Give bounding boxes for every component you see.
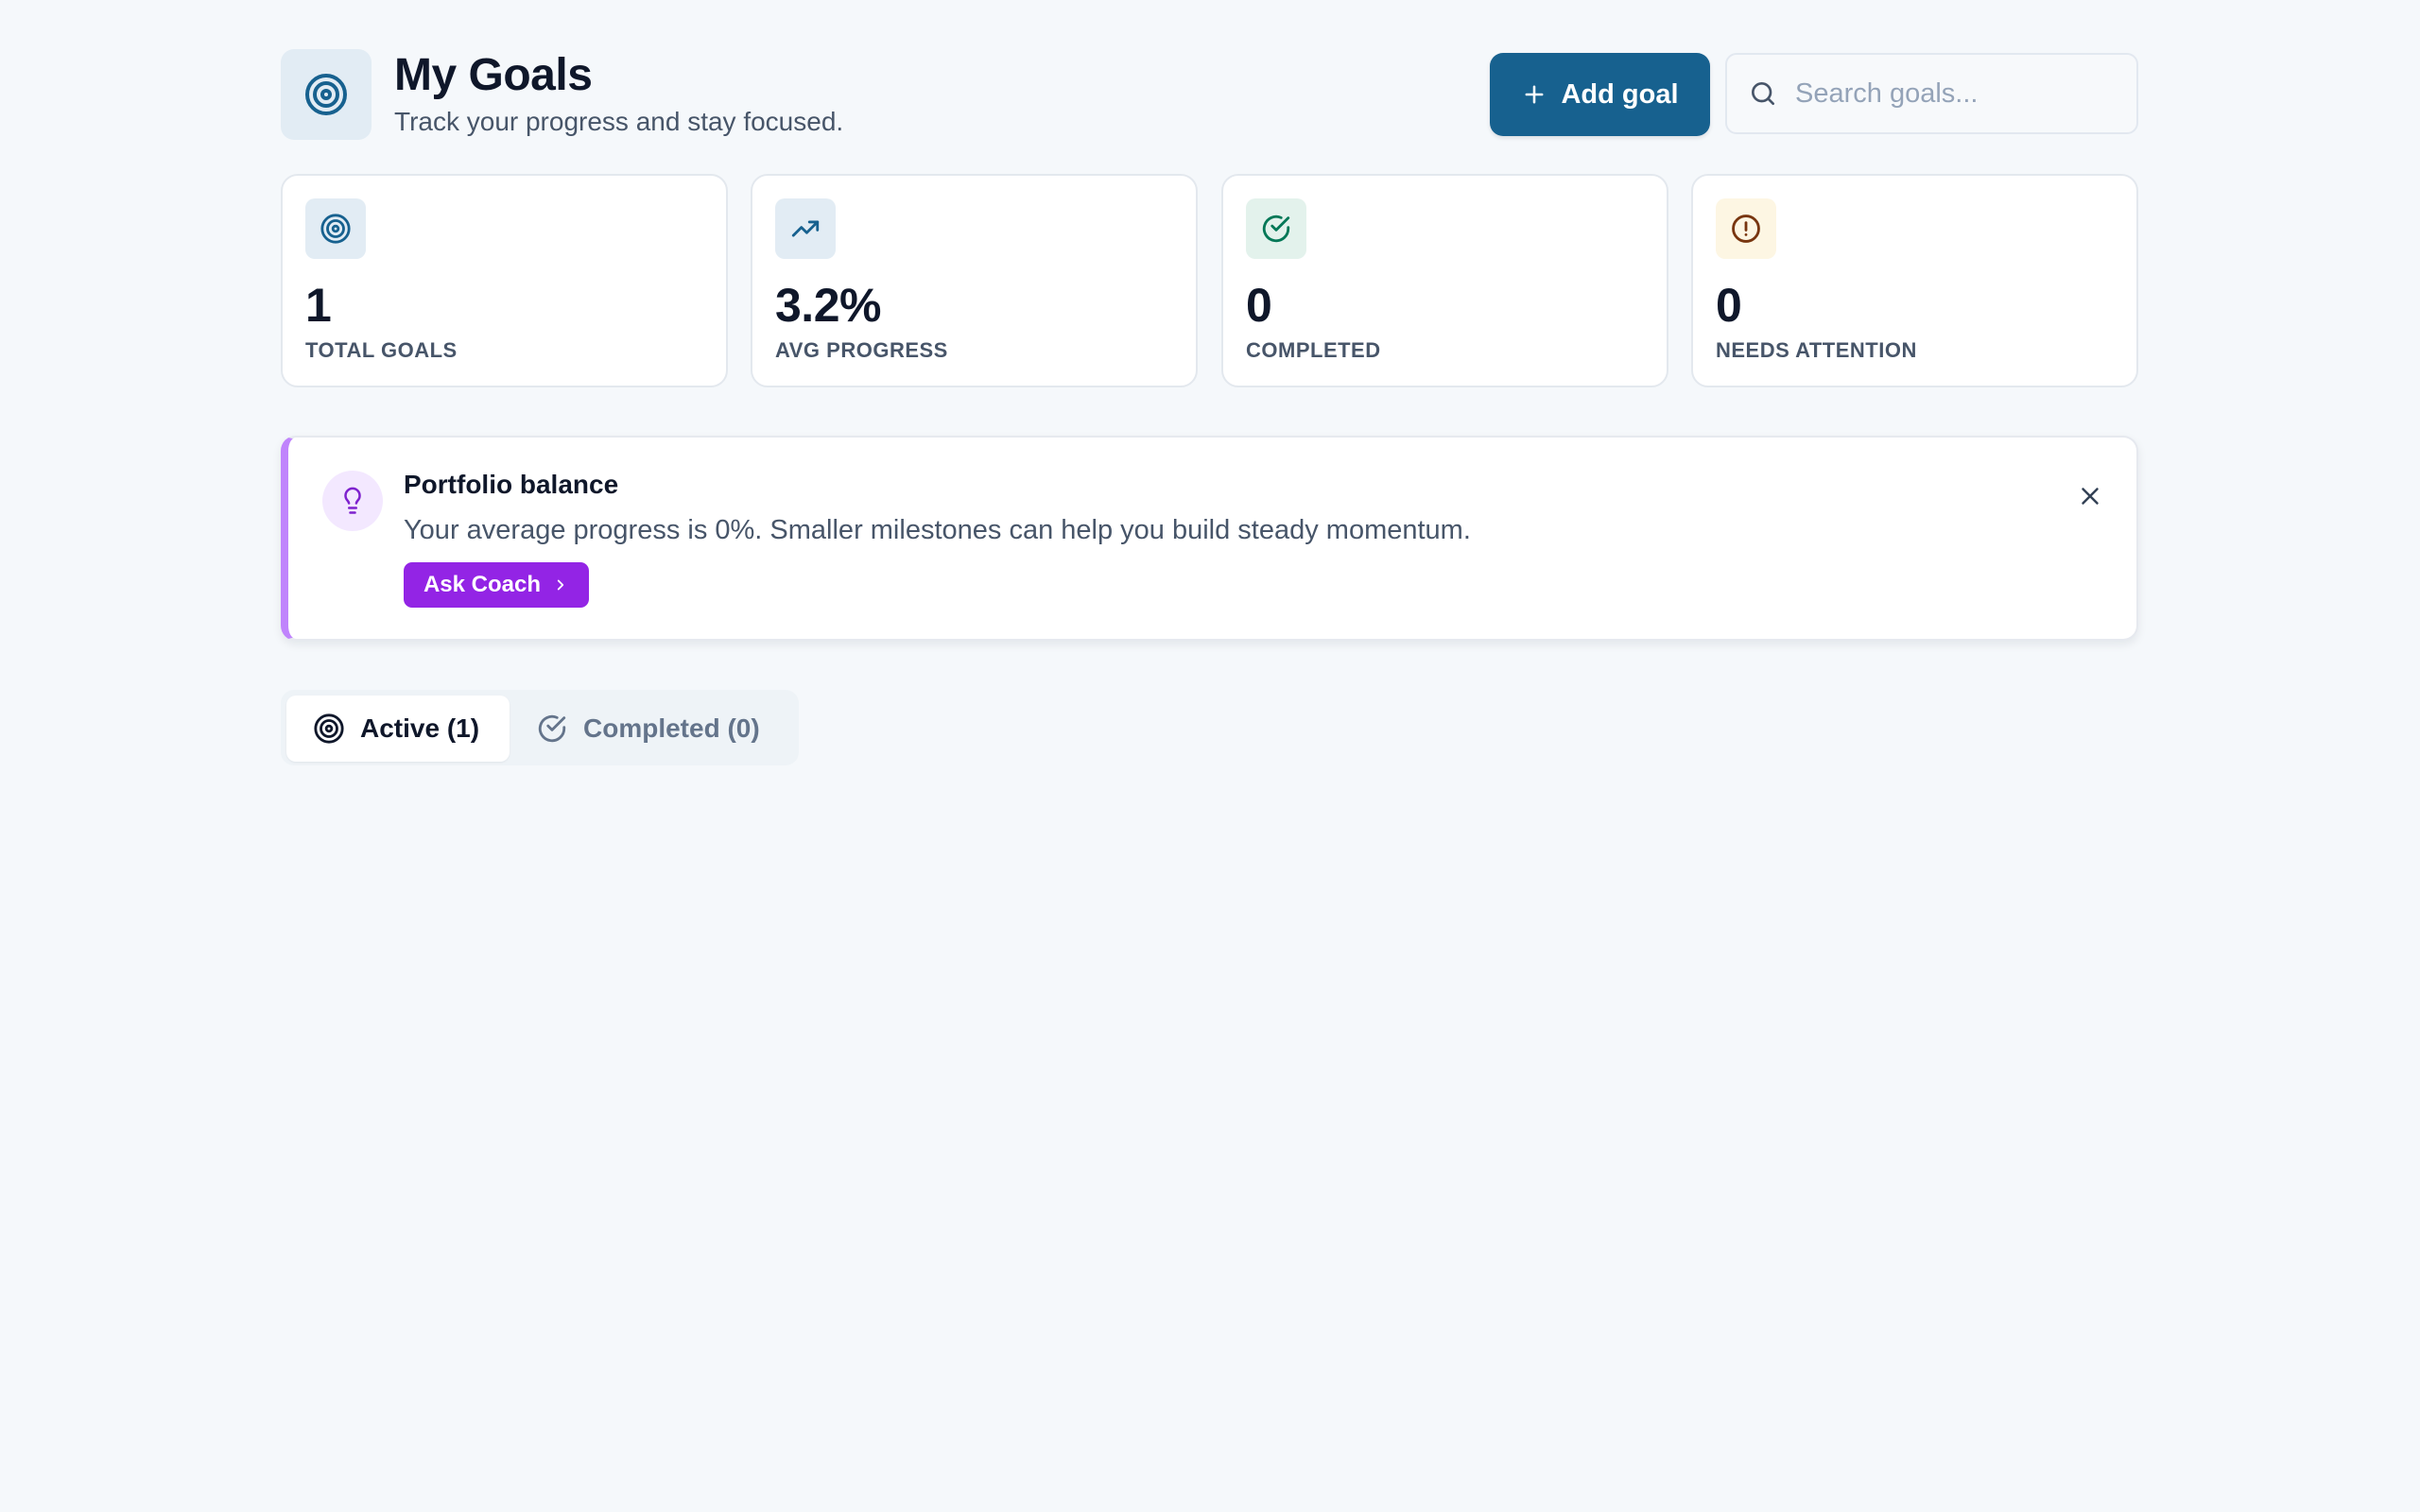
app-logo [281,49,372,140]
add-goal-label: Add goal [1561,78,1679,110]
check-circle-icon [1262,215,1290,243]
insight-title: Portfolio balance [404,470,619,499]
stat-icon-bg [1246,198,1306,259]
stat-label: AVG PROGRESS [775,338,948,362]
goals-page: My Goals Track your progress and stay fo… [281,49,2138,765]
stats-row: 1 TOTAL GOALS 3.2% AVG PROGRESS 0 COMPLE… [281,174,2138,387]
stat-value: 0 [1716,279,1742,332]
tab-label: Completed (0) [583,713,760,743]
stat-card-completed: 0 COMPLETED [1221,174,1668,387]
stat-label: NEEDS ATTENTION [1716,338,1917,362]
tab-active[interactable]: Active (1) [286,696,510,762]
stat-icon-bg [1716,198,1776,259]
stat-label: COMPLETED [1246,338,1381,362]
target-icon [305,74,347,115]
page-title: My Goals [394,50,593,100]
search-box[interactable] [1725,53,2138,134]
search-input[interactable] [1793,77,2137,111]
page-subtitle: Track your progress and stay focused. [394,107,844,136]
stat-value: 3.2% [775,279,881,332]
lightbulb-icon [344,487,361,514]
alert-circle-icon [1732,215,1760,243]
insight-icon-bg [322,471,383,531]
ask-coach-button[interactable]: Ask Coach [404,562,589,608]
stat-card-total-goals: 1 TOTAL GOALS [281,174,728,387]
chevron-right-icon [557,579,564,591]
goal-tabs: Active (1) Completed (0) [281,690,799,765]
insight-text: Your average progress is 0%. Smaller mil… [404,515,1471,545]
ask-coach-label: Ask Coach [423,572,542,597]
plus-icon [1526,85,1544,104]
stat-value: 1 [305,279,332,332]
add-goal-button[interactable]: Add goal [1490,53,1710,136]
page-header: My Goals Track your progress and stay fo… [281,49,2138,140]
tab-completed[interactable]: Completed (0) [525,696,760,762]
insight-banner: Portfolio balance Your average progress … [281,436,2138,641]
tab-label: Active (1) [360,713,480,743]
close-icon [2082,488,2099,505]
search-icon [1748,78,1778,109]
trending-up-icon [791,220,820,237]
check-circle-icon [538,714,566,743]
dismiss-insight-button[interactable] [2071,477,2109,515]
stat-value: 0 [1246,279,1272,332]
stat-icon-bg [305,198,366,259]
stat-label: TOTAL GOALS [305,338,458,362]
stat-card-avg-progress: 3.2% AVG PROGRESS [751,174,1198,387]
target-icon [314,713,344,744]
target-icon [320,214,351,244]
stat-icon-bg [775,198,836,259]
stat-card-needs-attention: 0 NEEDS ATTENTION [1691,174,2138,387]
